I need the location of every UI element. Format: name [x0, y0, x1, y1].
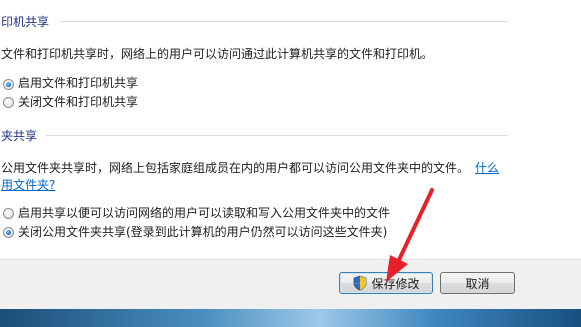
disable-public-folder-sharing-radio[interactable] [3, 227, 14, 238]
enable-printer-sharing-radio[interactable] [3, 79, 14, 90]
printer-sharing-divider [60, 21, 508, 22]
disable-public-folder-sharing-label[interactable]: 关闭公用文件夹共享(登录到此计算机的用户仍然可以访问这些文件夹) [18, 223, 387, 240]
save-changes-label: 保存修改 [371, 276, 420, 291]
disable-printer-sharing-label[interactable]: 关闭文件和打印机共享 [18, 93, 138, 110]
what-is-public-folder-link[interactable]: 什么 [475, 161, 499, 175]
enable-printer-sharing-label[interactable]: 启用文件和打印机共享 [18, 74, 138, 91]
disable-printer-sharing-radio[interactable] [3, 97, 14, 108]
what-is-public-folder-link-continued[interactable]: 用文件夹? [1, 176, 55, 193]
cancel-label: 取消 [465, 276, 490, 291]
enable-public-folder-sharing-radio[interactable] [3, 208, 14, 219]
public-folder-sharing-description: 公用文件夹共享时，网络上包括家庭组成员在内的用户都可以访问公用文件夹中的文件。什… [1, 159, 499, 176]
taskbar [0, 309, 581, 327]
public-folder-sharing-title: 夹共享 [1, 129, 38, 143]
save-changes-button[interactable]: 保存修改 [339, 272, 433, 294]
printer-sharing-description: 文件和打印机共享时，网络上的用户可以访问通过此计算机共享的文件和打印机。 [1, 47, 434, 61]
cancel-button[interactable]: 取消 [440, 272, 515, 294]
public-folder-description-text: 公用文件夹共享时，网络上包括家庭组成员在内的用户都可以访问公用文件夹中的文件。 [1, 161, 470, 175]
uac-shield-icon [352, 275, 368, 291]
enable-public-folder-sharing-label[interactable]: 启用共享以便可以访问网络的用户可以读取和写入公用文件夹中的文件 [18, 204, 390, 221]
public-folder-sharing-divider [46, 135, 508, 136]
printer-sharing-title: 印机共享 [1, 15, 50, 29]
dialog-footer: 保存修改 取消 [0, 259, 581, 310]
